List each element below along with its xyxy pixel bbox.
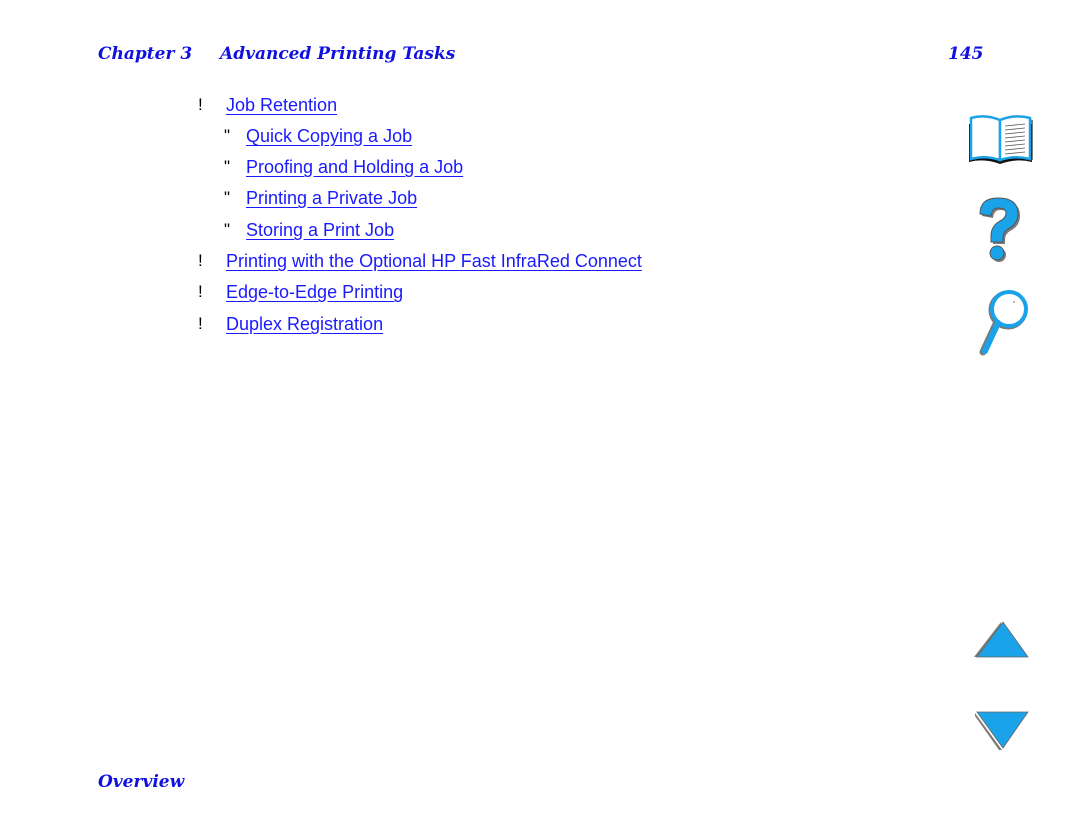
toc-link-fast-infrared[interactable]: Printing with the Optional HP Fast Infra… <box>226 250 642 272</box>
bullet: ! <box>198 251 203 270</box>
bullet: " <box>224 126 231 145</box>
bullet: " <box>224 157 231 176</box>
bullet: ! <box>198 282 203 301</box>
page-number: 145 <box>948 44 984 64</box>
toc-link-duplex-registration[interactable]: Duplex Registration <box>226 313 383 335</box>
toc-link-storing-print-job[interactable]: Storing a Print Job <box>246 219 394 241</box>
chapter-title: Advanced Printing Tasks <box>220 44 456 64</box>
arrow-down-icon[interactable] <box>974 710 1030 752</box>
section-link-overview[interactable]: Overview <box>98 772 184 792</box>
toc-link-quick-copying[interactable]: Quick Copying a Job <box>246 125 412 147</box>
bullet: ! <box>198 314 203 333</box>
book-icon[interactable] <box>966 112 1038 166</box>
toc-link-proofing-holding[interactable]: Proofing and Holding a Job <box>246 156 463 178</box>
bullet: ! <box>198 95 203 114</box>
question-mark-icon[interactable] <box>976 196 1026 264</box>
toc-link-private-job[interactable]: Printing a Private Job <box>246 187 417 209</box>
toc-link-job-retention[interactable]: Job Retention <box>226 94 337 116</box>
toc-link-edge-to-edge[interactable]: Edge-to-Edge Printing <box>226 281 403 303</box>
magnifier-icon[interactable] <box>976 288 1030 358</box>
bullet: " <box>224 188 231 207</box>
arrow-up-icon[interactable] <box>974 620 1030 660</box>
bullet: " <box>224 220 231 239</box>
chapter-label: Chapter 3 <box>98 44 193 64</box>
